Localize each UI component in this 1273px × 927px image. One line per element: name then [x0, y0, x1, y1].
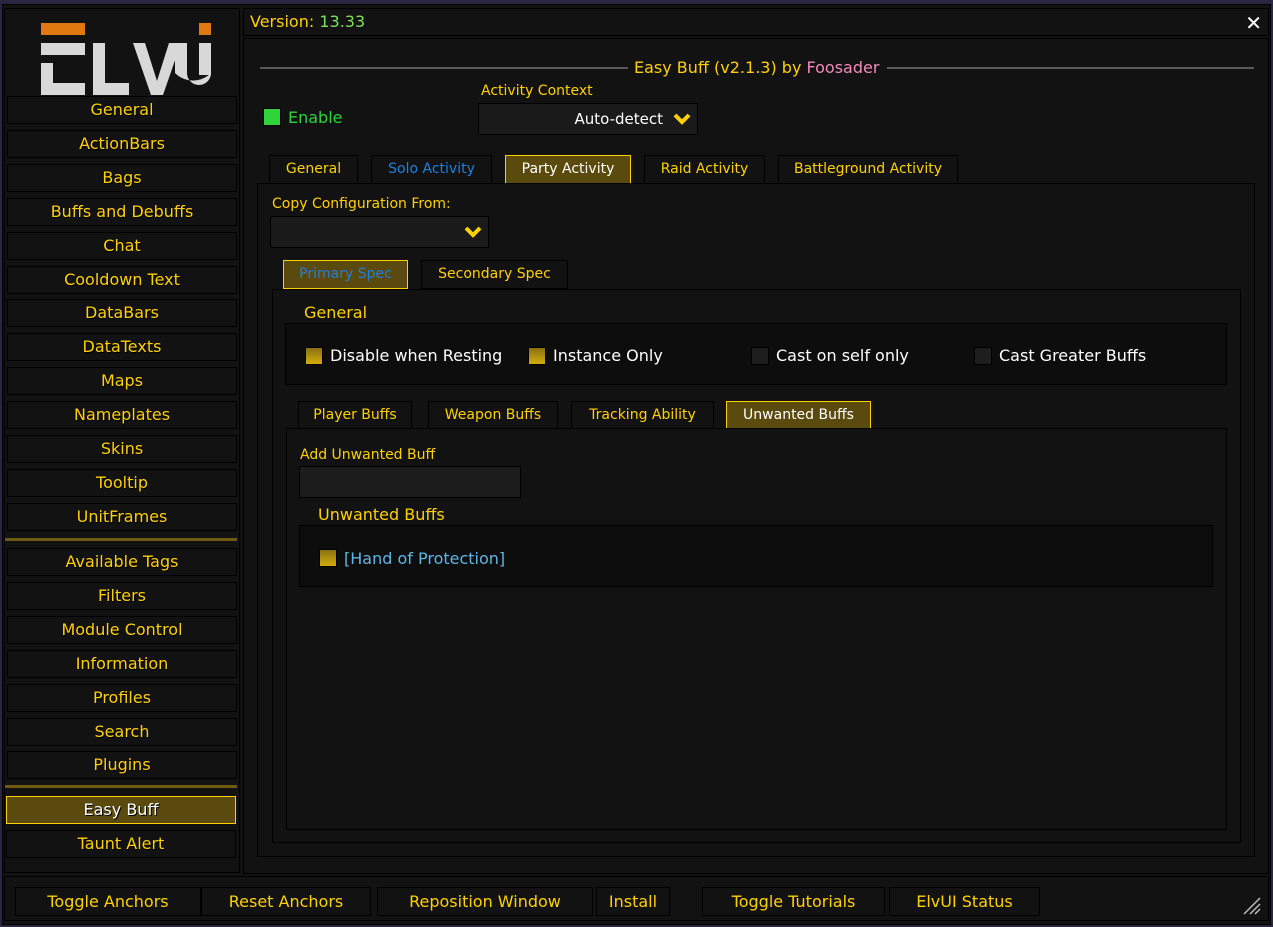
sidebar-item-module-control[interactable]: Module Control: [7, 615, 237, 644]
sidebar-item-maps[interactable]: Maps: [7, 367, 237, 396]
sidebar-plugin-taunt-alert[interactable]: Taunt Alert: [6, 830, 236, 858]
enable-label: Enable: [288, 108, 343, 127]
unwanted-item-link[interactable]: [Hand of Protection]: [344, 549, 505, 568]
sidebar-item-search[interactable]: Search: [7, 717, 237, 746]
sidebar-item-general[interactable]: General: [7, 96, 237, 124]
button-toggle-anchors[interactable]: Toggle Anchors: [15, 887, 201, 916]
sidebar-item-tooltip[interactable]: Tooltip: [7, 468, 237, 497]
bottom-bar: Toggle Anchors Reset Anchors Reposition Wi…: [4, 876, 1269, 921]
sidebar-item-skins[interactable]: Skins: [7, 435, 237, 463]
resize-grip-icon[interactable]: [1240, 894, 1262, 916]
version-value: 13.33: [319, 12, 366, 31]
option-checkbox-cast-on-self-only[interactable]: [751, 347, 769, 365]
option-label-cast-greater-buffs: Cast Greater Buffs: [999, 346, 1147, 365]
unwanted-group-title: Unwanted Buffs: [318, 505, 445, 524]
button-elvui-status[interactable]: ElvUI Status: [889, 887, 1040, 916]
sidebar-separator: [5, 785, 237, 788]
title-bar: Version: 13.33 ✕: [243, 8, 1269, 36]
copy-config-dropdown[interactable]: [270, 216, 489, 248]
tab-secondary-spec[interactable]: Secondary Spec: [421, 260, 568, 289]
plugin-author: Foosader: [806, 58, 880, 77]
tab-battleground-activity[interactable]: Battleground Activity: [778, 155, 958, 184]
option-label-disable-when-resting: Disable when Resting: [330, 346, 503, 365]
button-toggle-tutorials[interactable]: Toggle Tutorials: [702, 887, 885, 916]
tab-raid-activity[interactable]: Raid Activity: [644, 155, 765, 184]
sidebar-item-available-tags[interactable]: Available Tags: [7, 548, 237, 576]
sidebar-item-nameplates[interactable]: Nameplates: [7, 401, 237, 430]
sidebar-item-unitframes[interactable]: UnitFrames: [7, 502, 237, 531]
header-divider-left: [260, 67, 628, 69]
option-label-cast-on-self-only: Cast on self only: [776, 346, 909, 365]
activity-context-label: Activity Context: [481, 83, 593, 99]
activity-context-dropdown[interactable]: Auto-detect: [478, 103, 698, 135]
sidebar-item-information[interactable]: Information: [7, 649, 237, 678]
button-reposition-window[interactable]: Reposition Window: [377, 887, 593, 916]
enable-checkbox[interactable]: [263, 108, 281, 126]
button-install[interactable]: Install: [596, 887, 670, 916]
sidebar-item-databars[interactable]: DataBars: [7, 299, 237, 328]
tab-primary-spec[interactable]: Primary Spec: [283, 260, 408, 289]
sidebar-item-profiles[interactable]: Profiles: [7, 683, 237, 712]
add-unwanted-input[interactable]: [299, 466, 521, 498]
sidebar-item-datatexts[interactable]: DataTexts: [7, 333, 237, 362]
chevron-down-icon: [673, 113, 691, 125]
sidebar-item-filters[interactable]: Filters: [7, 581, 237, 610]
version-label: Version: 13.33: [250, 12, 366, 31]
tab-player-buffs[interactable]: Player Buffs: [298, 401, 412, 430]
sidebar-item-cooldown-text[interactable]: Cooldown Text: [7, 265, 237, 294]
sidebar-separator: [5, 538, 237, 541]
sidebar-item-plugins[interactable]: Plugins: [7, 751, 237, 780]
chevron-down-icon: [464, 226, 482, 238]
unwanted-item-checkbox[interactable]: [319, 549, 337, 567]
header-divider-right: [887, 67, 1254, 69]
tab-solo-activity[interactable]: Solo Activity: [371, 155, 492, 184]
option-checkbox-cast-greater-buffs[interactable]: [974, 347, 992, 365]
elvui-logo: [41, 23, 211, 95]
sidebar-item-actionbars[interactable]: ActionBars: [7, 129, 237, 158]
add-unwanted-label: Add Unwanted Buff: [300, 447, 436, 463]
activity-context-value: Auto-detect: [574, 110, 663, 128]
sidebar-item-bags[interactable]: Bags: [7, 163, 237, 192]
tab-general[interactable]: General: [269, 155, 358, 184]
copy-config-label: Copy Configuration From:: [272, 196, 451, 212]
sidebar-item-chat[interactable]: Chat: [7, 231, 237, 260]
close-button[interactable]: ✕: [1245, 11, 1262, 35]
tab-unwanted-buffs[interactable]: Unwanted Buffs: [726, 401, 871, 430]
button-reset-anchors[interactable]: Reset Anchors: [201, 887, 371, 916]
tab-weapon-buffs[interactable]: Weapon Buffs: [428, 401, 558, 430]
option-checkbox-instance-only[interactable]: [528, 347, 546, 365]
sidebar-plugin-easy-buff[interactable]: Easy Buff: [6, 796, 236, 824]
general-group-title: General: [304, 303, 368, 322]
close-icon: ✕: [1245, 11, 1262, 35]
tab-party-activity[interactable]: Party Activity: [505, 155, 631, 184]
plugin-title: Easy Buff (v2.1.3) by Foosader: [634, 58, 880, 77]
sidebar-item-buffs-and-debuffs[interactable]: Buffs and Debuffs: [7, 197, 237, 226]
option-checkbox-disable-when-resting[interactable]: [305, 347, 323, 365]
option-label-instance-only: Instance Only: [553, 346, 663, 365]
tab-tracking-ability[interactable]: Tracking Ability: [571, 401, 714, 430]
